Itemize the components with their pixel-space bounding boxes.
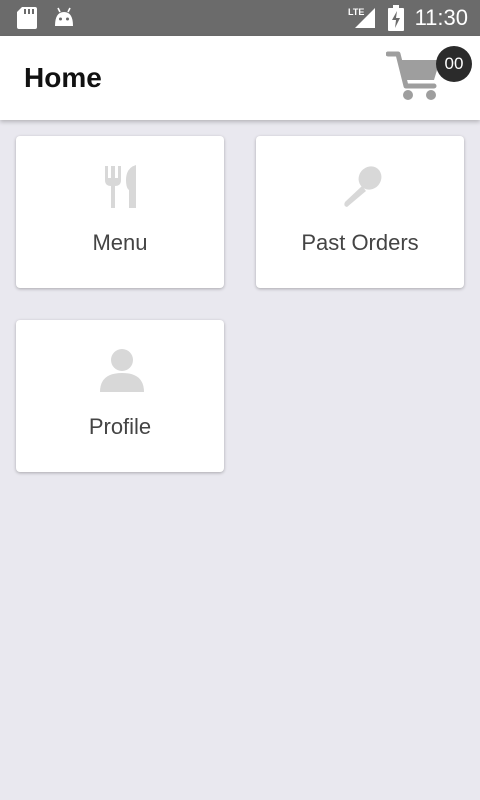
menu-tile-label: Menu [92, 230, 148, 255]
shopping-cart-icon [386, 51, 440, 100]
fork-knife-icon [105, 165, 136, 208]
person-icon [100, 349, 144, 392]
network-type-label: LTE [348, 7, 364, 17]
profile-tile[interactable]: Profile [16, 320, 224, 472]
app-bar: Home 00 [0, 36, 480, 120]
cart-button[interactable]: 00 [386, 46, 476, 106]
cart-count-badge: 00 [436, 46, 472, 82]
menu-tile[interactable]: Menu [16, 136, 224, 288]
past-orders-tile[interactable]: Past Orders [256, 136, 464, 288]
android-icon [55, 7, 73, 26]
sd-card-icon [17, 7, 37, 29]
page-title: Home [24, 62, 102, 93]
past-orders-tile-label: Past Orders [301, 230, 419, 255]
status-bar: LTE 11:30 [0, 0, 480, 36]
profile-tile-label: Profile [88, 414, 152, 439]
spoon-icon [344, 166, 382, 207]
battery-charging-icon [388, 5, 404, 31]
status-time: 11:30 [414, 5, 468, 30]
signal-icon: LTE [348, 7, 375, 28]
